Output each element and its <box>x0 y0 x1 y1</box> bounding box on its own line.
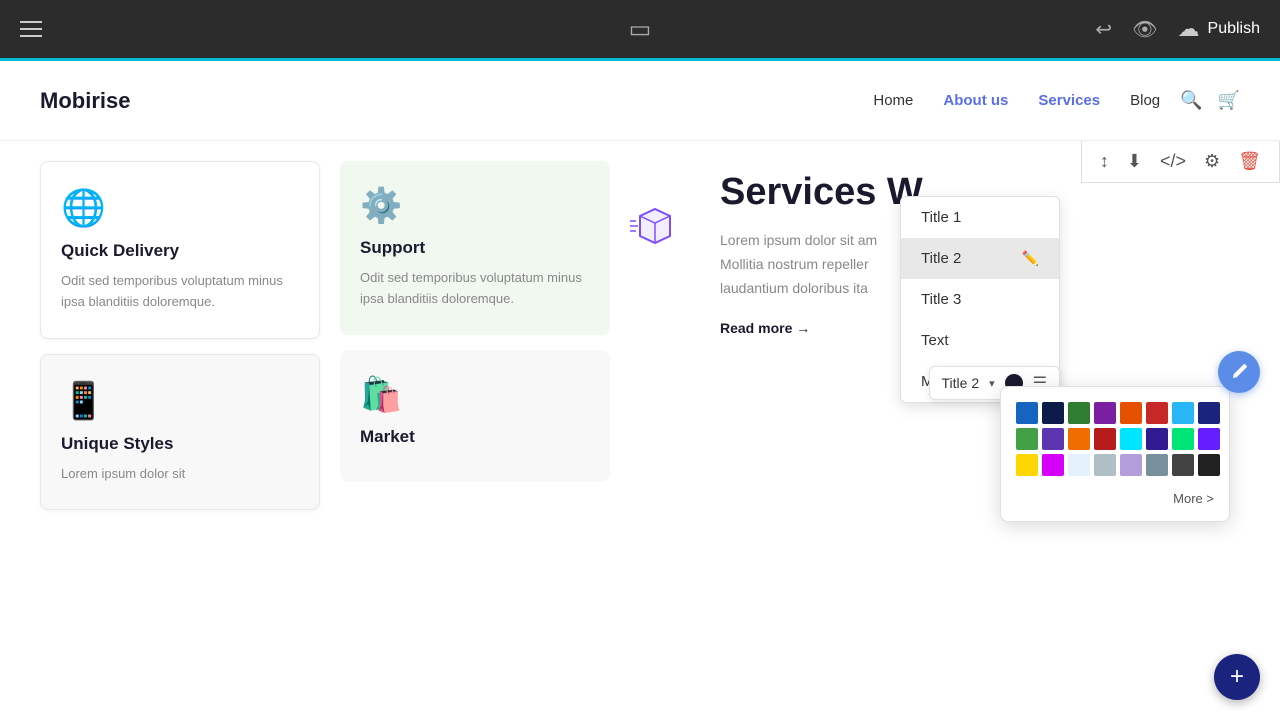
gear-card-icon: ⚙️ <box>360 186 590 226</box>
nav-link-blog[interactable]: Blog <box>1130 92 1160 109</box>
top-bar-right: ↩ 👁 ☁ Publish <box>1095 16 1260 42</box>
screen-icon: 📱 <box>61 380 299 422</box>
support-card: ⚙️ Support Odit sed temporibus voluptatu… <box>340 161 610 335</box>
palette-color-12[interactable] <box>1120 428 1142 450</box>
palette-color-2[interactable] <box>1068 402 1090 424</box>
move-block-button[interactable]: ↕ <box>1092 147 1117 176</box>
block-toolbar: ↕ ⬇ </> ⚙ 🗑 <box>1081 141 1280 183</box>
palette-color-11[interactable] <box>1094 428 1116 450</box>
palette-color-17[interactable] <box>1042 454 1064 476</box>
cards-column-1: 🌐 Quick Delivery Odit sed temporibus vol… <box>40 161 320 701</box>
palette-color-22[interactable] <box>1172 454 1194 476</box>
nav-actions: 🔍 🛒 <box>1180 90 1240 111</box>
top-bar-center: ▭ <box>629 15 652 44</box>
purple-box-decoration <box>630 201 680 251</box>
card-text-1: Odit sed temporibus voluptatum minus ips… <box>61 271 299 313</box>
palette-color-23[interactable] <box>1198 454 1220 476</box>
globe-icon: 🌐 <box>61 187 299 229</box>
palette-color-18[interactable] <box>1068 454 1090 476</box>
preview-button[interactable]: 👁 <box>1132 17 1157 42</box>
palette-color-5[interactable] <box>1146 402 1168 424</box>
bag-icon: 🛍️ <box>360 375 590 415</box>
market-card: 🛍️ Market <box>340 350 610 482</box>
palette-color-10[interactable] <box>1068 428 1090 450</box>
format-caret[interactable]: ▾ <box>989 377 995 390</box>
nav-link-home[interactable]: Home <box>873 92 913 109</box>
undo-button[interactable]: ↩ <box>1095 17 1112 42</box>
edit-icon: ✏️ <box>1022 250 1039 267</box>
dropdown-title3[interactable]: Title 3 <box>901 279 1059 320</box>
card-title-4: Market <box>360 427 590 447</box>
more-colors-button[interactable]: More > <box>1016 486 1214 506</box>
cart-icon[interactable]: 🛒 <box>1218 90 1240 111</box>
nav-bar: Mobirise Home About us Services Blog 🔍 🛒 <box>0 61 1280 141</box>
color-palette: More > <box>1000 386 1230 522</box>
palette-color-20[interactable] <box>1120 454 1142 476</box>
code-block-button[interactable]: </> <box>1152 147 1194 176</box>
publish-label: Publish <box>1208 20 1260 38</box>
dropdown-text[interactable]: Text <box>901 320 1059 361</box>
palette-color-7[interactable] <box>1198 402 1220 424</box>
card-title-3: Unique Styles <box>61 434 299 454</box>
palette-color-4[interactable] <box>1120 402 1142 424</box>
plus-icon: + <box>1230 663 1244 691</box>
palette-color-19[interactable] <box>1094 454 1116 476</box>
palette-color-16[interactable] <box>1016 454 1038 476</box>
top-bar: ▭ ↩ 👁 ☁ Publish <box>0 0 1280 58</box>
publish-button[interactable]: ☁ Publish <box>1178 16 1260 42</box>
settings-block-button[interactable]: ⚙ <box>1196 147 1228 176</box>
dropdown-title2[interactable]: Title 2 ✏️ <box>901 238 1059 279</box>
cards-column-2: ⚙️ Support Odit sed temporibus voluptatu… <box>340 161 610 701</box>
card-text-3: Lorem ipsum dolor sit <box>61 464 299 485</box>
top-bar-left <box>20 21 42 37</box>
format-label[interactable]: Title 2 <box>942 375 980 391</box>
quick-delivery-card: 🌐 Quick Delivery Odit sed temporibus vol… <box>40 161 320 339</box>
card-text-2: Odit sed temporibus voluptatum minus ips… <box>360 268 590 310</box>
nav-links: Home About us Services Blog <box>873 92 1160 109</box>
palette-grid <box>1016 402 1214 476</box>
palette-color-1[interactable] <box>1042 402 1064 424</box>
palette-color-3[interactable] <box>1094 402 1116 424</box>
palette-color-6[interactable] <box>1172 402 1194 424</box>
cloud-icon: ☁ <box>1178 16 1200 42</box>
edit-fab-button[interactable] <box>1218 351 1260 393</box>
palette-color-21[interactable] <box>1146 454 1168 476</box>
read-more-link[interactable]: Read more → <box>720 320 810 336</box>
website-preview: Mobirise Home About us Services Blog 🔍 🛒… <box>0 61 1280 720</box>
dropdown-title1[interactable]: Title 1 <box>901 197 1059 238</box>
palette-color-9[interactable] <box>1042 428 1064 450</box>
delete-block-button[interactable]: 🗑 <box>1230 147 1269 176</box>
hamburger-menu[interactable] <box>20 21 42 37</box>
palette-color-8[interactable] <box>1016 428 1038 450</box>
download-block-button[interactable]: ⬇ <box>1119 147 1150 176</box>
site-logo: Mobirise <box>40 88 130 114</box>
search-icon[interactable]: 🔍 <box>1180 90 1202 111</box>
palette-color-13[interactable] <box>1146 428 1168 450</box>
nav-link-about[interactable]: About us <box>943 92 1008 109</box>
palette-color-0[interactable] <box>1016 402 1038 424</box>
nav-link-services[interactable]: Services <box>1038 92 1100 109</box>
phone-preview-icon[interactable]: ▭ <box>629 16 652 43</box>
unique-styles-card: 📱 Unique Styles Lorem ipsum dolor sit <box>40 354 320 511</box>
palette-color-15[interactable] <box>1198 428 1220 450</box>
card-title-1: Quick Delivery <box>61 241 299 261</box>
add-block-fab[interactable]: + <box>1214 654 1260 700</box>
palette-color-14[interactable] <box>1172 428 1194 450</box>
card-title-2: Support <box>360 238 590 258</box>
